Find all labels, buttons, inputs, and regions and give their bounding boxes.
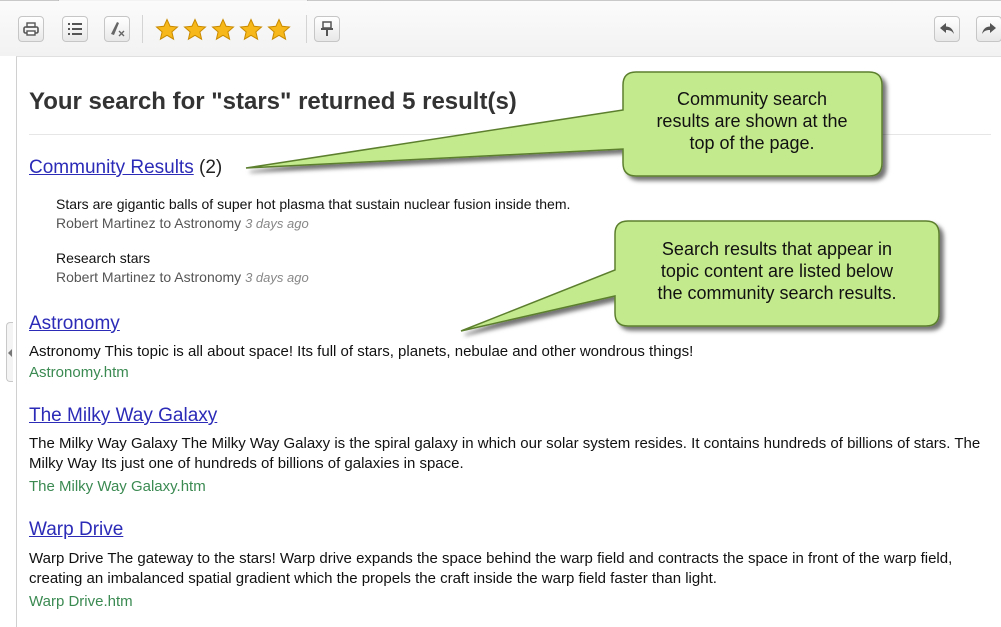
community-item-time: 3 days ago — [245, 216, 309, 231]
community-item-meta: Robert Martinez to Astronomy 3 days ago — [56, 214, 570, 233]
sidebar-toggle-handle[interactable] — [6, 322, 13, 382]
result-title-link[interactable]: Astronomy — [29, 313, 120, 335]
callout-line: topic content are listed below — [660, 261, 894, 281]
result-title-link[interactable]: Warp Drive — [29, 519, 123, 541]
forward-arrow-icon — [982, 23, 996, 34]
community-results-heading: Community Results (2) — [29, 157, 222, 179]
rating-stars[interactable] — [154, 16, 292, 44]
print-button[interactable] — [18, 16, 44, 42]
community-item-text: Stars are gigantic balls of super hot pl… — [56, 196, 571, 212]
callout-1-text: Community search results are shown at th… — [626, 88, 878, 154]
star-icon[interactable] — [266, 16, 292, 44]
result-description: Astronomy This topic is all about space!… — [29, 343, 694, 360]
callout-2-text: Search results that appear in topic cont… — [618, 238, 936, 304]
back-button[interactable] — [934, 16, 960, 42]
community-item-time: 3 days ago — [245, 270, 309, 285]
result-file: Astronomy.htm — [29, 364, 129, 381]
list-icon — [68, 23, 82, 35]
callout-line: top of the page. — [689, 133, 815, 153]
community-item[interactable]: Research stars Robert Martinez to Astron… — [56, 249, 309, 287]
star-icon[interactable] — [182, 16, 208, 44]
community-item[interactable]: Stars are gigantic balls of super hot pl… — [56, 195, 570, 233]
community-item-meta: Robert Martinez to Astronomy 3 days ago — [56, 268, 309, 287]
print-icon — [23, 22, 39, 36]
star-icon[interactable] — [154, 16, 180, 44]
result-file: Warp Drive.htm — [29, 593, 133, 610]
toc-list-button[interactable] — [62, 16, 88, 42]
result-description: Warp Drive The gateway to the stars! War… — [29, 550, 953, 587]
toolbar — [0, 1, 1001, 56]
star-icon[interactable] — [210, 16, 236, 44]
clear-highlight-button[interactable] — [104, 16, 130, 42]
community-item-author: Robert Martinez to Astronomy — [56, 215, 242, 231]
back-arrow-icon — [940, 23, 954, 34]
pin-button[interactable] — [314, 16, 340, 42]
star-icon[interactable] — [238, 16, 264, 44]
toolbar-divider — [142, 15, 143, 43]
community-results-count: (2) — [199, 157, 223, 178]
callout-line: results are shown at the — [656, 111, 848, 131]
pin-icon — [321, 21, 333, 36]
toolbar-divider — [306, 15, 307, 43]
callout-line: Community search — [676, 89, 828, 109]
callout-line: Search results that appear in — [661, 239, 893, 259]
forward-button[interactable] — [976, 16, 1001, 42]
result-file: The Milky Way Galaxy.htm — [29, 478, 206, 495]
result-title-link[interactable]: The Milky Way Galaxy — [29, 405, 217, 427]
community-item-author: Robert Martinez to Astronomy — [56, 269, 242, 285]
clear-highlight-icon — [111, 22, 125, 37]
callout-line: the community search results. — [657, 283, 897, 303]
community-results-link[interactable]: Community Results — [29, 157, 194, 178]
result-description: The Milky Way Galaxy The Milky Way Galax… — [29, 435, 981, 472]
community-item-text: Research stars — [56, 250, 151, 266]
page-title: Your search for "stars" returned 5 resul… — [29, 88, 517, 115]
